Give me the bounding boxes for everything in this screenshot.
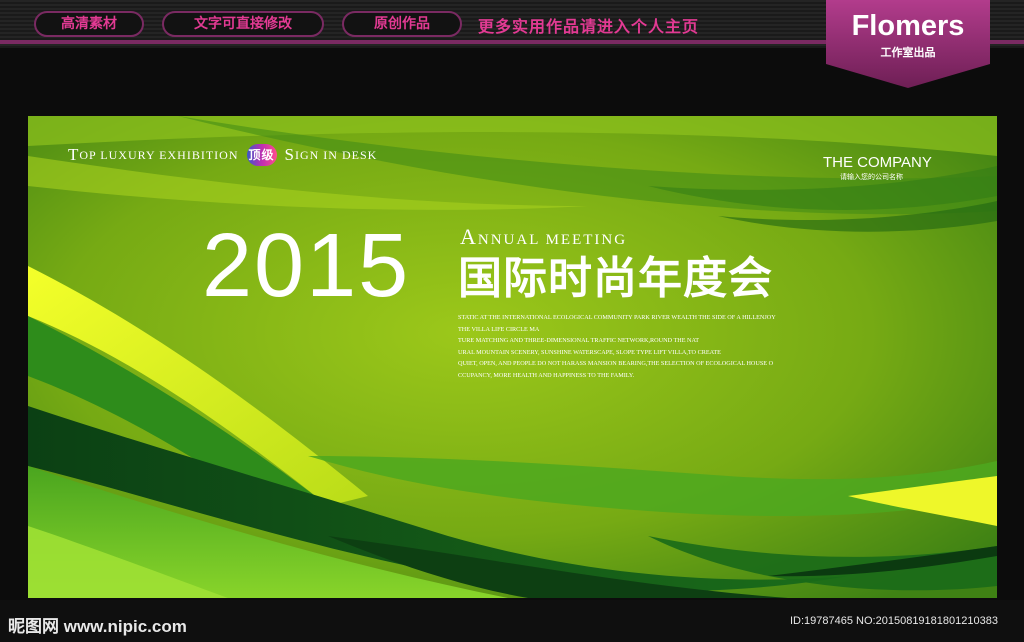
site-name: 昵图网 [8,617,59,637]
studio-badge: Flomers 工作室出品 [826,0,990,88]
original-work-button[interactable]: 原创作品 [342,11,462,37]
paragraph-line: CCUPANCY, MORE HEALTH AND HAPPINESS TO T… [458,371,635,379]
homepage-link[interactable]: 更多实用作品请进入个人主页 [478,13,699,37]
chinese-title: 国际时尚年度会 [458,253,773,304]
paragraph-line: QUIET, OPEN, AND PEOPLE DO NOT HARASS MA… [458,360,774,368]
badge-subtitle: 工作室出品 [880,46,936,59]
description-paragraph: STATIC AT THE INTERNATIONAL ECOLOGICAL C… [458,312,818,382]
paragraph-line: URAL MOUNTAIN SCENERY, SUNSHINE WATERSCA… [458,348,721,356]
image-id-text: ID:19787465 NO:20150819181801210383 [790,615,998,627]
top-line-initial-2: S [284,145,295,164]
annual-meeting-title: ANNUAL MEETING [460,224,627,250]
company-name: THE COMPANY [823,154,932,171]
editable-text-button[interactable]: 文字可直接修改 [162,11,324,37]
site-watermark: 昵图网 www.nipic.com [8,612,187,637]
hd-material-button[interactable]: 高清素材 [34,11,144,37]
year-heading: 2015 [202,216,411,316]
top-luxury-line: TOP LUXURY EXHIBITION 顶级 SIGN IN DESK [68,144,377,168]
top-line-text-2: IGN IN DESK [294,147,378,162]
premium-badge: 顶级 [246,144,277,166]
paragraph-line: STATIC AT THE INTERNATIONAL ECOLOGICAL C… [458,314,776,321]
company-name-hint: 请输入您的公司名称 [840,173,903,181]
site-url: www.nipic.com [63,617,187,636]
paragraph-line: TURE MATCHING AND THREE-DIMENSIONAL TRAF… [458,337,700,345]
annual-initial: A [460,224,478,249]
annual-text: NNUAL MEETING [477,232,628,248]
badge-title: Flomers [851,10,965,42]
top-line-text-1: OP LUXURY EXHIBITION [79,147,239,162]
poster-artwork: TOP LUXURY EXHIBITION 顶级 SIGN IN DESK TH… [28,116,997,598]
paragraph-line: THE VILLA LIFE CIRCLE MA [458,325,540,333]
top-line-initial-1: T [68,145,80,164]
